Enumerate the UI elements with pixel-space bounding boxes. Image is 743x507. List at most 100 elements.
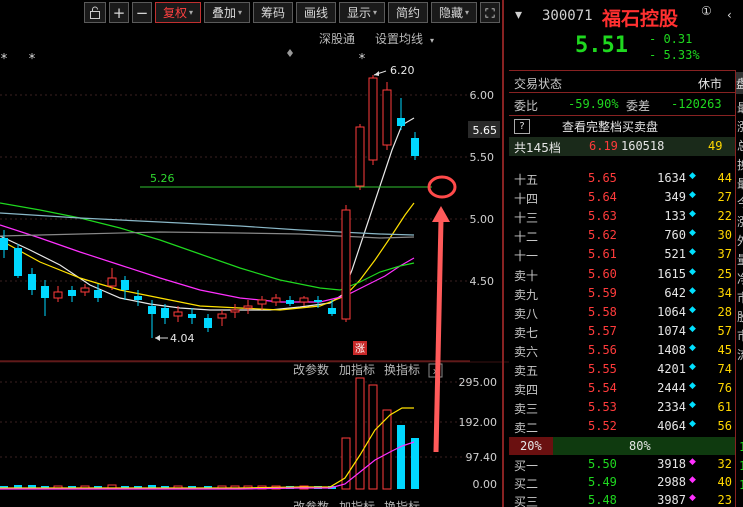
candle-body: [0, 238, 8, 250]
volume-tick: 192.00: [459, 416, 498, 429]
bottom-params-link[interactable]: 改参数: [293, 499, 329, 507]
order-price: 5.56: [588, 343, 617, 357]
help-icon[interactable]: ?: [514, 119, 530, 134]
info-icon[interactable]: ①: [701, 4, 712, 18]
candle-body: [271, 297, 281, 303]
order-price: 5.64: [588, 190, 617, 204]
order-row[interactable]: 十四 5.64 349 ◆ 27: [509, 188, 735, 207]
candle-body: [217, 313, 227, 319]
side-tab-label: 盘: [736, 77, 743, 91]
order-count: 27: [717, 190, 732, 204]
order-count: 34: [717, 286, 732, 300]
volume-tick: 97.40: [466, 451, 498, 464]
bottom-add-link[interactable]: 加指标: [339, 499, 375, 507]
vol-ma10-line: [0, 441, 415, 490]
candle-body: [28, 274, 36, 290]
order-volume: 521: [664, 247, 686, 261]
candle-body: [382, 89, 392, 146]
limit-up-label: 涨: [355, 343, 365, 355]
order-count: 30: [717, 228, 732, 242]
volume-bars-group: [0, 377, 419, 490]
price-change: - 0.31: [649, 32, 693, 46]
add-indicator-link[interactable]: 加指标: [339, 362, 375, 377]
order-diamond-icon: ◆: [689, 362, 696, 372]
order-row[interactable]: 卖五 5.55 4201 ◆ 74: [509, 360, 735, 379]
panel-expand-icon[interactable]: ‹: [727, 8, 732, 22]
side-char: 市: [737, 289, 743, 306]
divider: [509, 70, 735, 71]
levels-price: 6.19: [589, 139, 618, 153]
stock-dropdown-icon[interactable]: ▾: [515, 7, 522, 23]
order-row[interactable]: 买三 5.48 3987 ◆ 23: [509, 491, 735, 507]
order-diamond-icon: ◆: [689, 475, 696, 485]
shgt-label[interactable]: 深股通: [319, 32, 355, 46]
order-diamond-icon: ◆: [689, 343, 696, 353]
divider: [509, 92, 735, 93]
order-price: 5.59: [588, 286, 617, 300]
order-row[interactable]: 卖八 5.58 1064 ◆ 28: [509, 303, 735, 322]
stock-name: 福石控股: [602, 8, 679, 30]
kline-chart[interactable]: 深股通 设置均线 ▾ * * * 6.00 5.50 5.00 4.50 5.6…: [0, 0, 509, 507]
side-char: 涨: [737, 213, 743, 230]
order-row[interactable]: 买二 5.49 2988 ◆ 40: [509, 473, 735, 492]
order-volume: 642: [664, 286, 686, 300]
candle-body: [204, 318, 212, 328]
order-row[interactable]: 买一 5.50 3918 ◆ 32: [509, 455, 735, 474]
side-char: 股: [737, 308, 743, 325]
ma-settings-label[interactable]: 设置均线: [375, 32, 423, 46]
candles-group: [0, 75, 419, 338]
order-level-label: 十五: [514, 173, 539, 187]
order-row[interactable]: 卖十 5.60 1615 ◆ 25: [509, 265, 735, 284]
bottom-swap-link[interactable]: 换指标: [384, 499, 420, 507]
side-char: 市: [737, 327, 743, 344]
volume-bar: [382, 409, 392, 490]
order-row[interactable]: 卖二 5.52 4064 ◆ 56: [509, 417, 735, 436]
full-depth-button[interactable]: 查看完整档买卖盘: [562, 118, 658, 135]
side-char: 今: [737, 194, 743, 211]
order-diamond-icon: ◆: [689, 400, 696, 410]
order-diamond-icon: ◆: [689, 247, 696, 257]
order-price: 5.61: [588, 247, 617, 261]
candle-body: [41, 286, 49, 298]
order-row[interactable]: 卖七 5.57 1074 ◆ 57: [509, 322, 735, 341]
order-level-label: 买一: [514, 459, 539, 473]
side-char: 最: [737, 175, 743, 192]
order-row[interactable]: 十二 5.62 760 ◆ 30: [509, 226, 735, 245]
candle-body: [53, 291, 63, 299]
ma60-line: [0, 212, 415, 236]
order-level-label: 卖九: [514, 288, 539, 302]
ma-settings-arrow: ▾: [430, 36, 434, 45]
order-price: 5.58: [588, 305, 617, 319]
order-diamond-icon: ◆: [689, 228, 696, 238]
order-diamond-icon: ◆: [689, 324, 696, 334]
order-level-label: 卖十: [514, 269, 539, 283]
swap-indicator-link[interactable]: 换指标: [384, 362, 420, 377]
order-price: 5.60: [588, 267, 617, 281]
order-count: 23: [717, 493, 732, 507]
change-params-link[interactable]: 改参数: [293, 362, 329, 377]
order-row[interactable]: 卖六 5.56 1408 ◆ 45: [509, 341, 735, 360]
vol-ma5-line: [0, 407, 414, 489]
candle-body: [230, 309, 240, 313]
order-row[interactable]: 十三 5.63 133 ◆ 22: [509, 207, 735, 226]
star-marker: *: [359, 52, 366, 67]
order-price: 5.50: [588, 457, 617, 471]
order-level-label: 卖六: [514, 345, 539, 359]
order-volume: 1634: [657, 171, 686, 185]
order-row[interactable]: 卖四 5.54 2444 ◆ 76: [509, 379, 735, 398]
candle-body: [257, 299, 267, 305]
order-row[interactable]: 卖九 5.59 642 ◆ 34: [509, 284, 735, 303]
low-label: 4.04: [170, 332, 195, 345]
order-row[interactable]: 十五 5.65 1634 ◆ 44: [509, 169, 735, 188]
order-price: 5.63: [588, 209, 617, 223]
order-price: 5.48: [588, 493, 617, 507]
price-tick: 6.00: [470, 89, 495, 102]
order-row[interactable]: 卖三 5.53 2334 ◆ 61: [509, 398, 735, 417]
order-row[interactable]: 十一 5.61 521 ◆ 37: [509, 245, 735, 264]
price-tick: 5.50: [470, 151, 495, 164]
price-tick: 5.00: [470, 213, 495, 226]
order-level-label: 卖八: [514, 307, 539, 321]
order-count: 45: [717, 343, 732, 357]
candle-body: [188, 314, 196, 318]
order-volume: 760: [664, 228, 686, 242]
